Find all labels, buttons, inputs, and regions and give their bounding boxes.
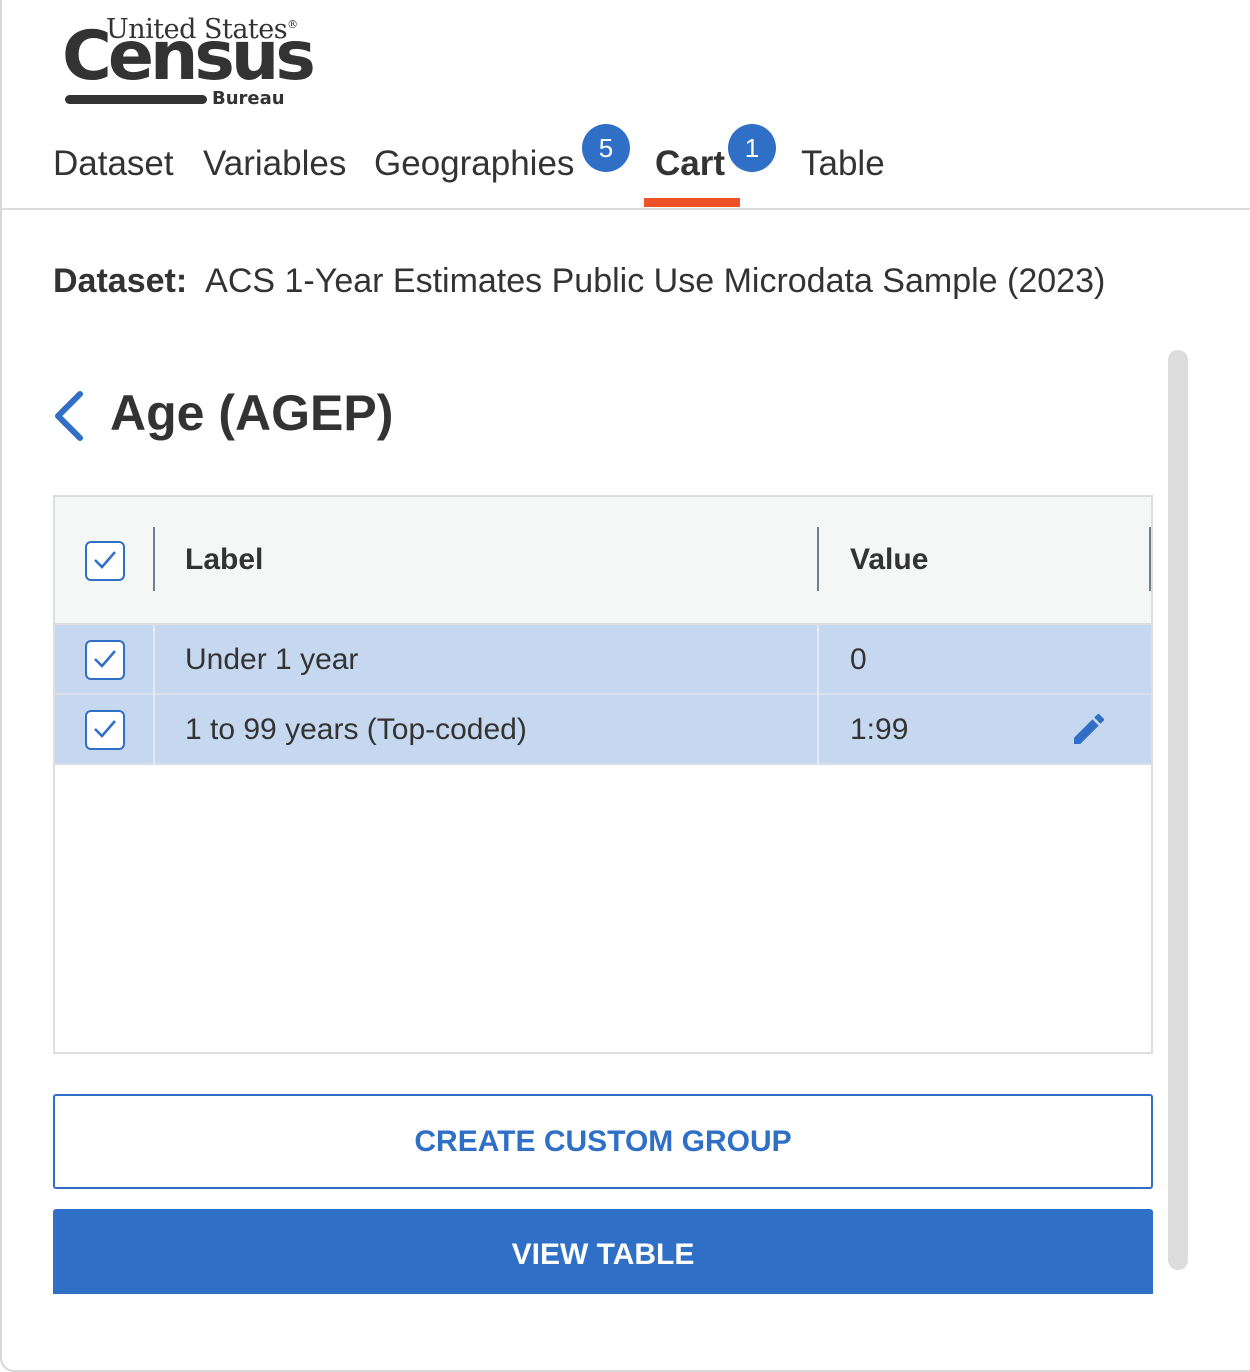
variable-title: Age (AGEP) [110, 385, 394, 441]
tab-dataset[interactable]: Dataset [53, 144, 174, 184]
back-chevron-icon[interactable] [50, 388, 90, 444]
edit-pencil-icon[interactable] [1069, 709, 1109, 749]
table-row[interactable]: Under 1 year 0 [55, 625, 1151, 695]
logo-census: Census [62, 17, 316, 96]
cell-divider [153, 625, 155, 695]
grid-header: Label Value [55, 497, 1151, 625]
value-column-header[interactable]: Value [850, 543, 928, 577]
values-grid: Label Value Under 1 year 0 1 to 99 years… [53, 495, 1153, 1054]
dataset-summary: Dataset: ACS 1-Year Estimates Public Use … [53, 262, 1105, 301]
logo-bar [65, 95, 207, 104]
active-tab-indicator [644, 198, 740, 207]
row-label: Under 1 year [185, 643, 359, 676]
tab-variables[interactable]: Variables [203, 144, 346, 184]
census-logo[interactable]: United States® Census Bureau [62, 14, 316, 114]
tab-bar: Dataset Variables Geographies 5 Cart 1 T… [2, 110, 1250, 210]
cell-divider [817, 695, 819, 765]
cell-divider [817, 625, 819, 695]
row-checkbox[interactable] [85, 710, 125, 750]
tab-cart[interactable]: Cart [655, 144, 725, 184]
dataset-value: ACS 1-Year Estimates Public Use Microdat… [205, 262, 1106, 300]
scrollbar[interactable] [1168, 350, 1188, 1270]
row-value: 0 [850, 643, 867, 676]
tab-geographies[interactable]: Geographies [374, 144, 574, 184]
row-label: 1 to 99 years (Top-coded) [185, 713, 527, 746]
logo-bureau: Bureau [212, 88, 285, 109]
select-all-checkbox[interactable] [85, 541, 125, 581]
column-separator[interactable] [817, 527, 819, 591]
dataset-label: Dataset: [53, 262, 188, 300]
table-row[interactable]: 1 to 99 years (Top-coded) 1:99 [55, 695, 1151, 765]
column-separator[interactable] [153, 527, 155, 591]
cell-divider [153, 695, 155, 765]
label-column-header[interactable]: Label [185, 543, 263, 577]
row-value: 1:99 [850, 713, 909, 746]
row-checkbox[interactable] [85, 640, 125, 680]
cart-panel: United States® Census Bureau Dataset Var… [0, 0, 1250, 1372]
cart-count-badge: 1 [728, 124, 776, 172]
geographies-count-badge: 5 [582, 124, 630, 172]
column-separator[interactable] [1149, 527, 1151, 591]
tab-table[interactable]: Table [801, 144, 885, 184]
create-custom-group-button[interactable]: CREATE CUSTOM GROUP [53, 1094, 1153, 1189]
view-table-button[interactable]: VIEW TABLE [53, 1209, 1153, 1294]
